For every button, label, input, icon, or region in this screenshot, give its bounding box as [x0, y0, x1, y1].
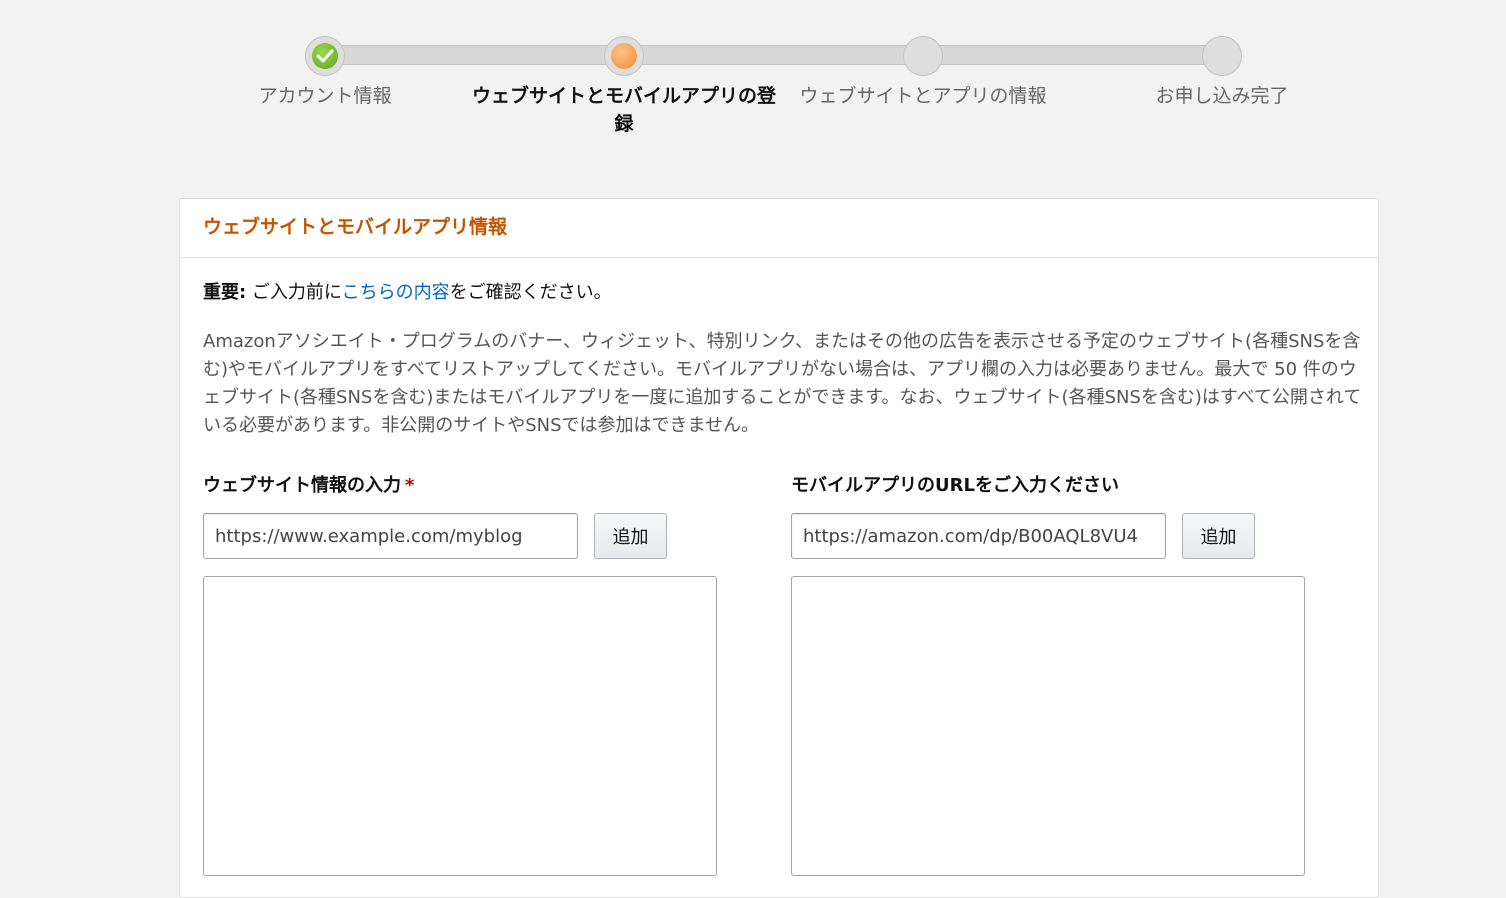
notice-text-end: をご確認ください。	[449, 282, 612, 303]
progress-stepper: アカウント情報 ウェブサイトとモバイルアプリの登録 ウェブサイトとアプリの情報 …	[0, 0, 1506, 160]
app-input-row: 追加	[791, 513, 1311, 559]
panel-body: 重要: ご入力前にこちらの内容をご確認ください。 Amazonアソシエイト・プロ…	[180, 258, 1378, 894]
description-text: Amazonアソシエイト・プログラムのバナー、ウィジェット、特別リンク、またはそ…	[203, 331, 1362, 436]
check-icon	[312, 43, 338, 69]
step-account-info: アカウント情報	[165, 36, 485, 110]
website-app-panel: ウェブサイトとモバイルアプリ情報 重要: ご入力前にこちらの内容をご確認ください…	[179, 198, 1379, 898]
step-dot	[305, 36, 345, 76]
required-mark: *	[405, 475, 415, 496]
website-section: ウェブサイト情報の入力* 追加	[203, 474, 723, 876]
step-label: アカウント情報	[258, 85, 392, 107]
add-website-button[interactable]: 追加	[594, 513, 667, 559]
panel-title: ウェブサイトとモバイルアプリ情報	[203, 216, 508, 238]
step-label: ウェブサイトとアプリの情報	[799, 85, 1047, 107]
step-website-app-registration: ウェブサイトとモバイルアプリの登録	[464, 36, 784, 138]
important-notice: 重要: ご入力前にこちらの内容をご確認ください。	[203, 280, 1355, 306]
app-list-box[interactable]	[791, 576, 1305, 876]
step-dot	[1202, 36, 1242, 76]
step-label: お申し込み完了	[1155, 85, 1289, 107]
app-field-label: モバイルアプリのURLをご入力ください	[791, 475, 1119, 496]
panel-header: ウェブサイトとモバイルアプリ情報	[180, 199, 1378, 258]
input-columns: ウェブサイト情報の入力* 追加 モバイルアプリのURLをご入力ください 追加	[203, 474, 1355, 894]
website-field-label: ウェブサイト情報の入力 *	[203, 474, 723, 498]
app-url-input[interactable]	[791, 513, 1166, 559]
website-label-text: ウェブサイト情報の入力	[203, 475, 401, 496]
step-complete: お申し込み完了	[1062, 36, 1382, 110]
step-label: ウェブサイトとモバイルアプリの登録	[471, 85, 776, 135]
add-app-button[interactable]: 追加	[1182, 513, 1255, 559]
website-input-row: 追加	[203, 513, 723, 559]
notice-link[interactable]: こちらの内容	[342, 282, 450, 303]
step-dot	[903, 36, 943, 76]
notice-text: ご入力前に	[246, 282, 342, 303]
website-list-box[interactable]	[203, 576, 717, 876]
important-prefix: 重要:	[203, 282, 247, 303]
current-step-icon	[611, 43, 637, 69]
app-section: モバイルアプリのURLをご入力ください 追加	[791, 474, 1311, 876]
step-dot	[604, 36, 644, 76]
website-url-input[interactable]	[203, 513, 578, 559]
step-website-app-info: ウェブサイトとアプリの情報	[763, 36, 1083, 110]
